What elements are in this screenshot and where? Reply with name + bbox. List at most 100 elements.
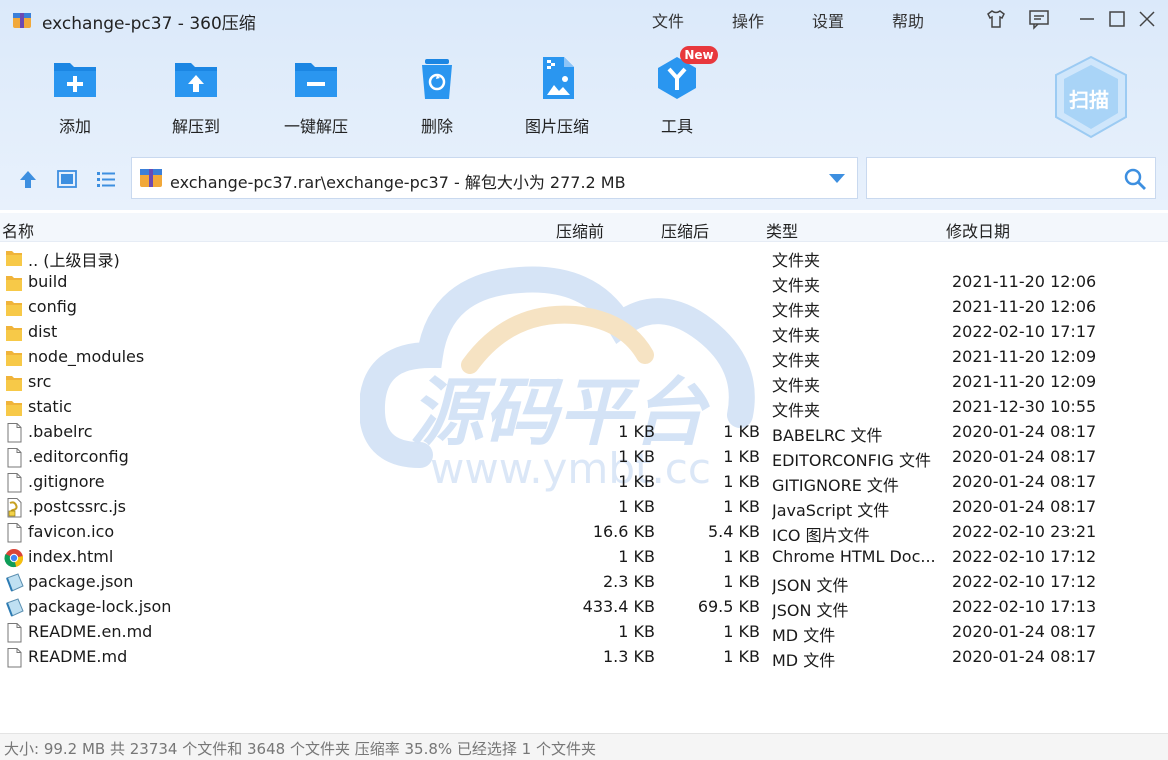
file-type: EDITORCONFIG 文件: [772, 451, 931, 470]
up-arrow-icon[interactable]: [17, 168, 39, 190]
file-type: 文件夹: [772, 301, 821, 320]
file-date: 2021-11-20 12:06: [952, 297, 1097, 316]
address-path: exchange-pc37.rar\exchange-pc37 - 解包大小为 …: [170, 173, 626, 192]
file-type: 文件夹: [772, 251, 821, 270]
scan-button[interactable]: 扫描: [1052, 55, 1130, 139]
column-header-after[interactable]: 压缩后: [661, 218, 709, 242]
file-row[interactable]: build 文件夹 2021-11-20 12:06: [0, 270, 1168, 295]
file-row[interactable]: .. (上级目录) 文件夹: [0, 245, 1168, 270]
file-date: 2022-02-10 23:21: [952, 522, 1097, 541]
close-icon[interactable]: [1136, 8, 1158, 30]
file-icon: [7, 648, 22, 668]
file-date: 2022-02-10 17:13: [952, 597, 1097, 616]
file-type: BABELRC 文件: [772, 426, 883, 445]
list-view-icon[interactable]: [95, 168, 117, 190]
menu-settings[interactable]: 设置: [812, 8, 844, 32]
file-row[interactable]: dist 文件夹 2022-02-10 17:17: [0, 320, 1168, 345]
file-name: src: [28, 372, 52, 391]
file-name: build: [28, 272, 68, 291]
file-row[interactable]: package-lock.json 433.4 KB 69.5 KB JSON 文件 2…: [0, 595, 1168, 620]
scan-label: 扫描: [1069, 88, 1109, 112]
tools-button[interactable]: 工具: [632, 55, 722, 145]
skin-icon[interactable]: [985, 8, 1007, 30]
menu-operate[interactable]: 操作: [732, 8, 764, 32]
file-row[interactable]: index.html 1 KB 1 KB Chrome HTML Doc... 2022…: [0, 545, 1168, 570]
chevron-down-icon[interactable]: [828, 172, 846, 184]
file-row[interactable]: node_modules 文件夹 2021-11-20 12:09: [0, 345, 1168, 370]
image-compress-button[interactable]: 图片压缩: [512, 55, 602, 145]
file-size-after: 69.5 KB: [697, 597, 760, 616]
file-icon: [7, 523, 22, 543]
maximize-icon[interactable]: [1106, 8, 1128, 30]
file-type: 文件夹: [772, 276, 821, 295]
json-file-icon: [6, 598, 24, 617]
file-list: .. (上级目录) 文件夹 build 文件夹 2021-11-20 12:06 conf…: [0, 245, 1168, 725]
search-input[interactable]: [866, 157, 1156, 199]
image-compress-icon: [543, 57, 574, 99]
file-icon: [7, 448, 22, 468]
one-click-extract-icon: [295, 63, 337, 97]
file-size-after: 1 KB: [723, 622, 760, 641]
file-size-before: 16.6 KB: [592, 522, 655, 541]
file-type: JSON 文件: [772, 601, 849, 620]
file-size-after: 1 KB: [723, 547, 760, 566]
file-size-before: 1 KB: [618, 547, 655, 566]
file-row[interactable]: .editorconfig 1 KB 1 KB EDITORCONFIG 文件 2020…: [0, 445, 1168, 470]
file-date: 2020-01-24 08:17: [952, 622, 1097, 641]
extract-to-button[interactable]: 解压到: [151, 55, 241, 145]
one-click-extract-button[interactable]: 一键解压: [271, 55, 361, 145]
menu-file[interactable]: 文件: [652, 8, 684, 32]
file-row[interactable]: favicon.ico 16.6 KB 5.4 KB ICO 图片文件 2022-02-…: [0, 520, 1168, 545]
column-header-before[interactable]: 压缩前: [556, 218, 604, 242]
search-icon[interactable]: [1123, 167, 1147, 191]
folder-icon: [6, 326, 22, 341]
address-bar[interactable]: exchange-pc37.rar\exchange-pc37 - 解包大小为 …: [131, 157, 858, 199]
file-size-before: 1 KB: [618, 622, 655, 641]
chrome-icon: [4, 549, 24, 568]
script-file-icon: [7, 498, 22, 518]
file-name: .babelrc: [28, 422, 93, 441]
file-size-before: 433.4 KB: [582, 597, 655, 616]
file-size-before: 2.3 KB: [603, 572, 655, 591]
folder-icon: [6, 276, 22, 291]
file-type: JSON 文件: [772, 576, 849, 595]
file-type: 文件夹: [772, 326, 821, 345]
file-name: config: [28, 297, 77, 316]
add-button[interactable]: 添加: [30, 55, 120, 145]
file-name: dist: [28, 322, 58, 341]
delete-button[interactable]: 删除: [392, 55, 482, 145]
menu-help[interactable]: 帮助: [892, 8, 924, 32]
new-badge: New: [680, 46, 718, 64]
json-file-icon: [6, 573, 24, 592]
file-row[interactable]: .gitignore 1 KB 1 KB GITIGNORE 文件 2020-01-24…: [0, 470, 1168, 495]
minimize-icon[interactable]: [1076, 8, 1098, 30]
file-row[interactable]: .postcssrc.js 1 KB 1 KB JavaScript 文件 2020-0…: [0, 495, 1168, 520]
file-row[interactable]: README.en.md 1 KB 1 KB MD 文件 2020-01-24 08:1…: [0, 620, 1168, 645]
file-size-after: 1 KB: [723, 447, 760, 466]
file-row[interactable]: static 文件夹 2021-12-30 10:55: [0, 395, 1168, 420]
file-row[interactable]: src 文件夹 2021-11-20 12:09: [0, 370, 1168, 395]
file-date: 2020-01-24 08:17: [952, 647, 1097, 666]
file-name: package-lock.json: [28, 597, 172, 616]
file-row[interactable]: config 文件夹 2021-11-20 12:06: [0, 295, 1168, 320]
column-header-name[interactable]: 名称: [2, 218, 34, 242]
file-date: 2021-11-20 12:06: [952, 272, 1097, 291]
status-bar: 大小: 99.2 MB 共 23734 个文件和 3648 个文件夹 压缩率 3…: [0, 733, 1168, 760]
file-type: 文件夹: [772, 351, 821, 370]
folder-icon: [6, 301, 22, 316]
file-type: MD 文件: [772, 626, 836, 645]
folder-icon: [6, 376, 22, 391]
file-row[interactable]: .babelrc 1 KB 1 KB BABELRC 文件 2020-01-24 08:…: [0, 420, 1168, 445]
column-header-type[interactable]: 类型: [766, 218, 798, 242]
extract-to-label: 解压到: [171, 117, 220, 136]
file-row[interactable]: package.json 2.3 KB 1 KB JSON 文件 2022-02-10 …: [0, 570, 1168, 595]
feedback-icon[interactable]: [1028, 8, 1050, 30]
file-name: .. (上级目录): [28, 251, 120, 270]
file-row[interactable]: README.md 1.3 KB 1 KB MD 文件 2020-01-24 08:17: [0, 645, 1168, 670]
top-panel: exchange-pc37 - 360压缩 文件 操作 设置 帮助 添加 解压到…: [0, 0, 1168, 210]
column-header-date[interactable]: 修改日期: [946, 218, 1010, 242]
thumbnail-view-icon[interactable]: [56, 168, 78, 190]
folder-icon: [6, 351, 22, 366]
file-icon: [7, 623, 22, 643]
file-name: README.md: [28, 647, 128, 666]
